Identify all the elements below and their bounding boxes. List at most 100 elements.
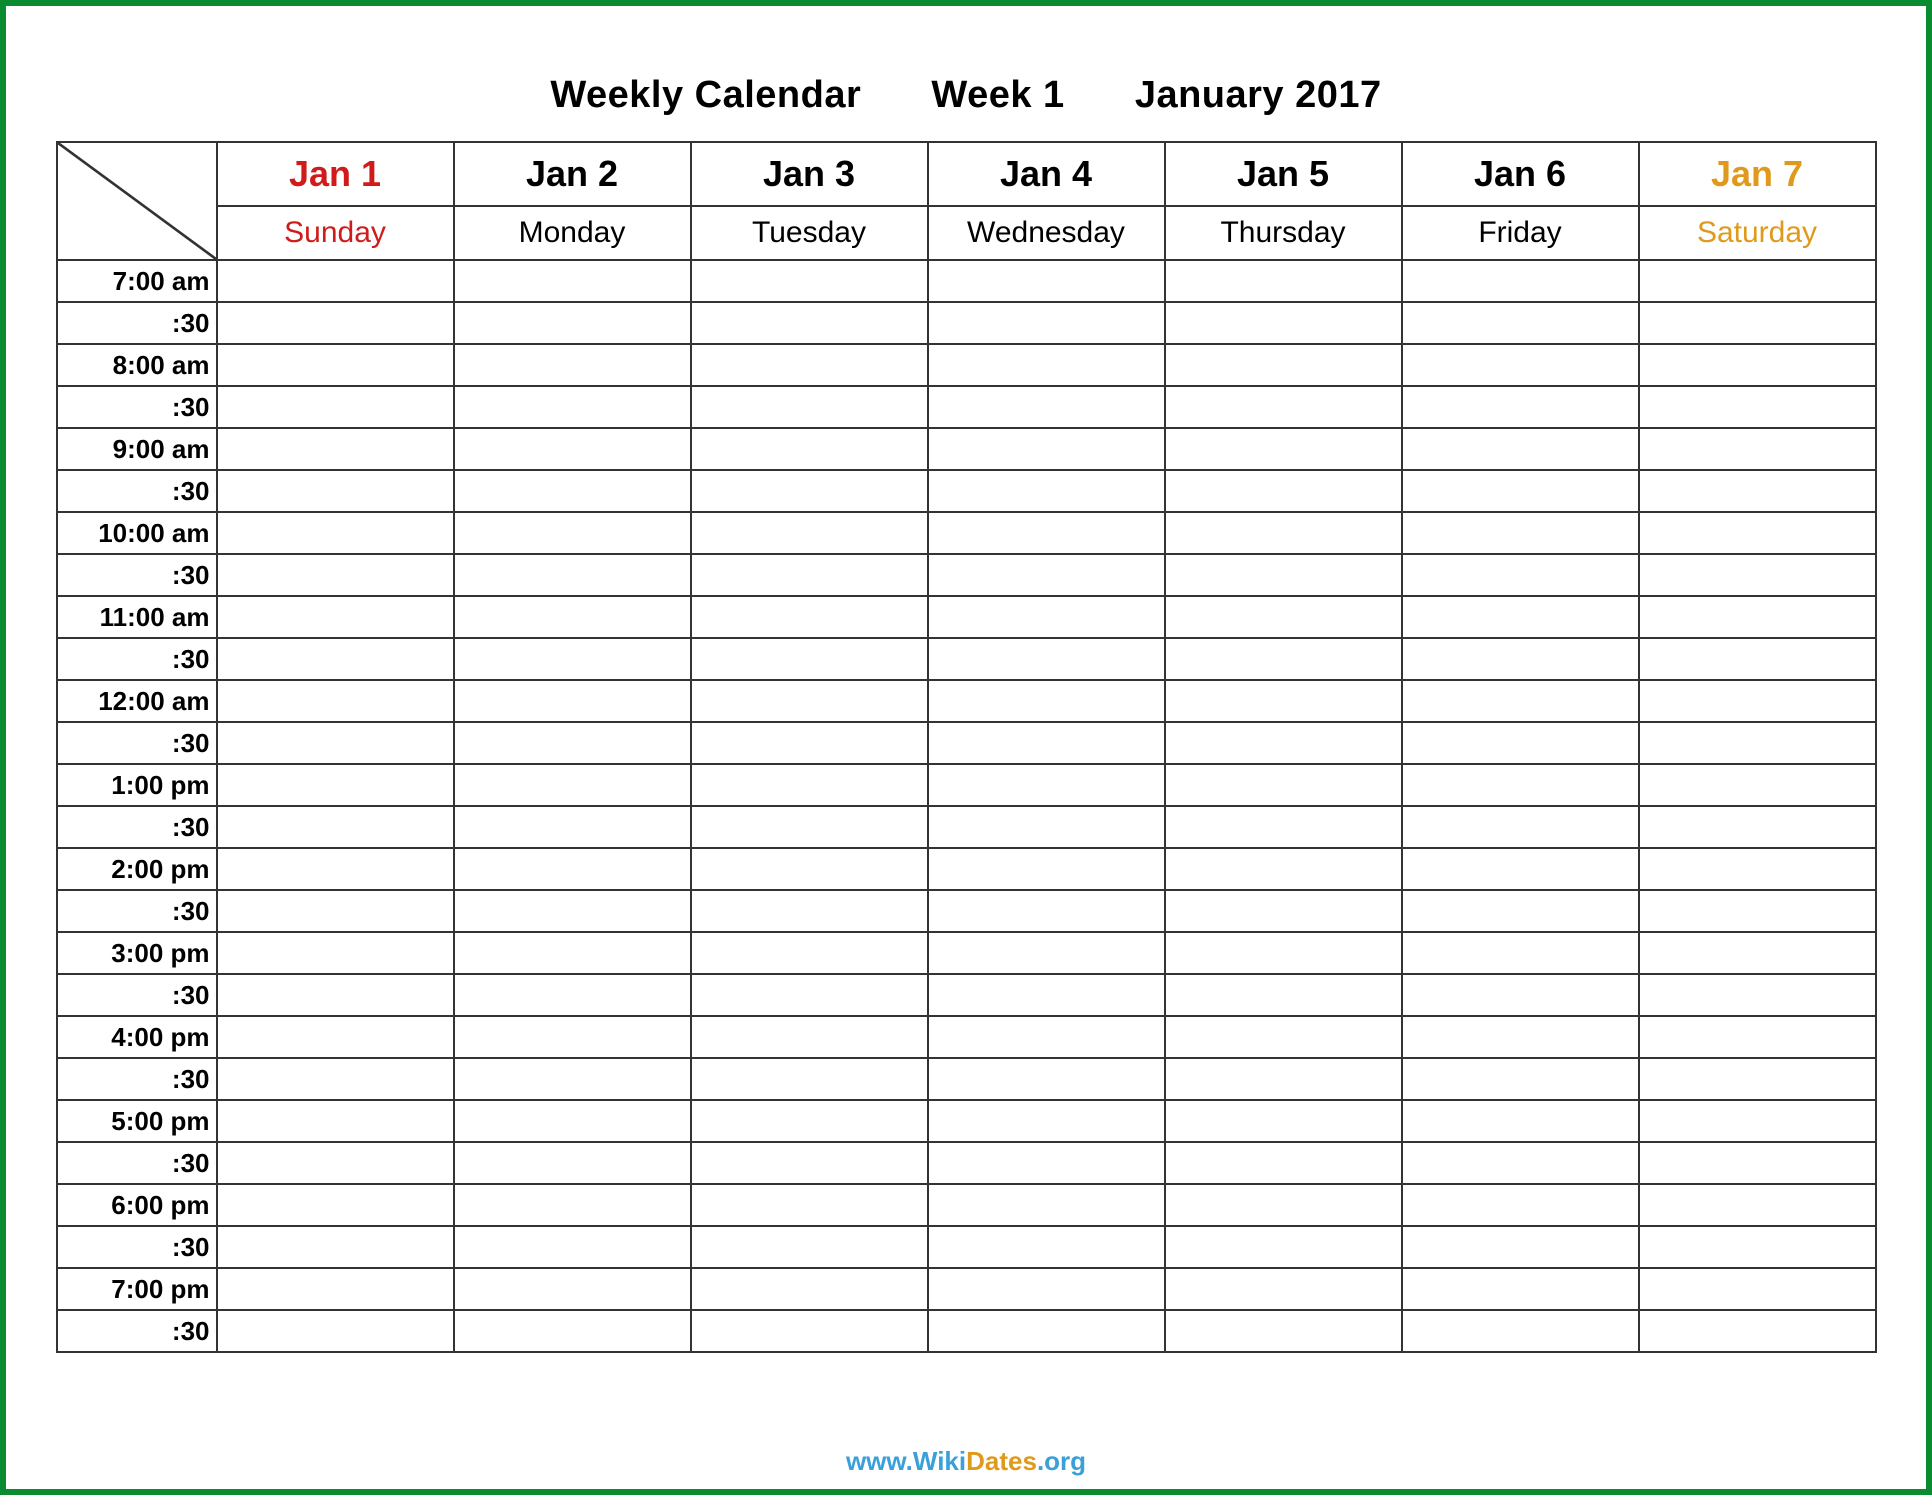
slot-cell[interactable]	[454, 806, 691, 848]
slot-cell[interactable]	[691, 1184, 928, 1226]
slot-cell[interactable]	[1402, 428, 1639, 470]
slot-cell[interactable]	[691, 428, 928, 470]
slot-cell[interactable]	[1402, 1016, 1639, 1058]
slot-cell[interactable]	[1639, 890, 1876, 932]
slot-cell[interactable]	[1639, 680, 1876, 722]
slot-cell[interactable]	[1402, 932, 1639, 974]
slot-cell[interactable]	[1165, 974, 1402, 1016]
slot-cell[interactable]	[454, 302, 691, 344]
slot-cell[interactable]	[928, 1100, 1165, 1142]
slot-cell[interactable]	[1165, 806, 1402, 848]
slot-cell[interactable]	[691, 890, 928, 932]
slot-cell[interactable]	[1639, 344, 1876, 386]
slot-cell[interactable]	[1402, 638, 1639, 680]
slot-cell[interactable]	[1402, 302, 1639, 344]
slot-cell[interactable]	[691, 806, 928, 848]
slot-cell[interactable]	[217, 1100, 454, 1142]
slot-cell[interactable]	[1402, 974, 1639, 1016]
slot-cell[interactable]	[928, 386, 1165, 428]
slot-cell[interactable]	[928, 428, 1165, 470]
slot-cell[interactable]	[928, 638, 1165, 680]
slot-cell[interactable]	[928, 302, 1165, 344]
slot-cell[interactable]	[1165, 1310, 1402, 1352]
slot-cell[interactable]	[454, 1268, 691, 1310]
slot-cell[interactable]	[1639, 1268, 1876, 1310]
slot-cell[interactable]	[454, 512, 691, 554]
slot-cell[interactable]	[928, 470, 1165, 512]
slot-cell[interactable]	[691, 596, 928, 638]
slot-cell[interactable]	[1165, 1058, 1402, 1100]
slot-cell[interactable]	[1165, 302, 1402, 344]
slot-cell[interactable]	[217, 1310, 454, 1352]
slot-cell[interactable]	[691, 680, 928, 722]
slot-cell[interactable]	[1639, 974, 1876, 1016]
slot-cell[interactable]	[1402, 1268, 1639, 1310]
slot-cell[interactable]	[217, 848, 454, 890]
slot-cell[interactable]	[1402, 764, 1639, 806]
slot-cell[interactable]	[1639, 848, 1876, 890]
slot-cell[interactable]	[1402, 554, 1639, 596]
slot-cell[interactable]	[928, 1184, 1165, 1226]
slot-cell[interactable]	[454, 680, 691, 722]
slot-cell[interactable]	[454, 1016, 691, 1058]
slot-cell[interactable]	[691, 1016, 928, 1058]
slot-cell[interactable]	[928, 806, 1165, 848]
slot-cell[interactable]	[691, 512, 928, 554]
slot-cell[interactable]	[454, 1142, 691, 1184]
slot-cell[interactable]	[1165, 1184, 1402, 1226]
slot-cell[interactable]	[1165, 764, 1402, 806]
slot-cell[interactable]	[691, 1100, 928, 1142]
slot-cell[interactable]	[1639, 1142, 1876, 1184]
slot-cell[interactable]	[217, 680, 454, 722]
slot-cell[interactable]	[1165, 428, 1402, 470]
slot-cell[interactable]	[217, 806, 454, 848]
slot-cell[interactable]	[1639, 1226, 1876, 1268]
slot-cell[interactable]	[1402, 1142, 1639, 1184]
slot-cell[interactable]	[928, 974, 1165, 1016]
slot-cell[interactable]	[1165, 722, 1402, 764]
slot-cell[interactable]	[1402, 890, 1639, 932]
slot-cell[interactable]	[217, 554, 454, 596]
slot-cell[interactable]	[1165, 386, 1402, 428]
slot-cell[interactable]	[1639, 1100, 1876, 1142]
slot-cell[interactable]	[928, 932, 1165, 974]
slot-cell[interactable]	[454, 932, 691, 974]
slot-cell[interactable]	[217, 638, 454, 680]
slot-cell[interactable]	[928, 596, 1165, 638]
slot-cell[interactable]	[454, 638, 691, 680]
slot-cell[interactable]	[1639, 1184, 1876, 1226]
slot-cell[interactable]	[691, 386, 928, 428]
slot-cell[interactable]	[691, 722, 928, 764]
slot-cell[interactable]	[1639, 1310, 1876, 1352]
slot-cell[interactable]	[217, 1226, 454, 1268]
slot-cell[interactable]	[217, 470, 454, 512]
slot-cell[interactable]	[1165, 596, 1402, 638]
slot-cell[interactable]	[1639, 554, 1876, 596]
slot-cell[interactable]	[691, 470, 928, 512]
slot-cell[interactable]	[217, 428, 454, 470]
slot-cell[interactable]	[217, 512, 454, 554]
slot-cell[interactable]	[1165, 890, 1402, 932]
slot-cell[interactable]	[1402, 596, 1639, 638]
slot-cell[interactable]	[454, 848, 691, 890]
slot-cell[interactable]	[691, 1226, 928, 1268]
slot-cell[interactable]	[1639, 1016, 1876, 1058]
slot-cell[interactable]	[928, 764, 1165, 806]
slot-cell[interactable]	[691, 848, 928, 890]
slot-cell[interactable]	[1639, 806, 1876, 848]
slot-cell[interactable]	[217, 974, 454, 1016]
slot-cell[interactable]	[454, 722, 691, 764]
slot-cell[interactable]	[691, 974, 928, 1016]
slot-cell[interactable]	[928, 848, 1165, 890]
slot-cell[interactable]	[1639, 932, 1876, 974]
slot-cell[interactable]	[217, 932, 454, 974]
slot-cell[interactable]	[928, 1142, 1165, 1184]
slot-cell[interactable]	[691, 1310, 928, 1352]
slot-cell[interactable]	[1165, 1100, 1402, 1142]
slot-cell[interactable]	[1165, 1016, 1402, 1058]
slot-cell[interactable]	[1639, 638, 1876, 680]
slot-cell[interactable]	[691, 1058, 928, 1100]
slot-cell[interactable]	[1639, 1058, 1876, 1100]
slot-cell[interactable]	[217, 1142, 454, 1184]
slot-cell[interactable]	[1639, 428, 1876, 470]
